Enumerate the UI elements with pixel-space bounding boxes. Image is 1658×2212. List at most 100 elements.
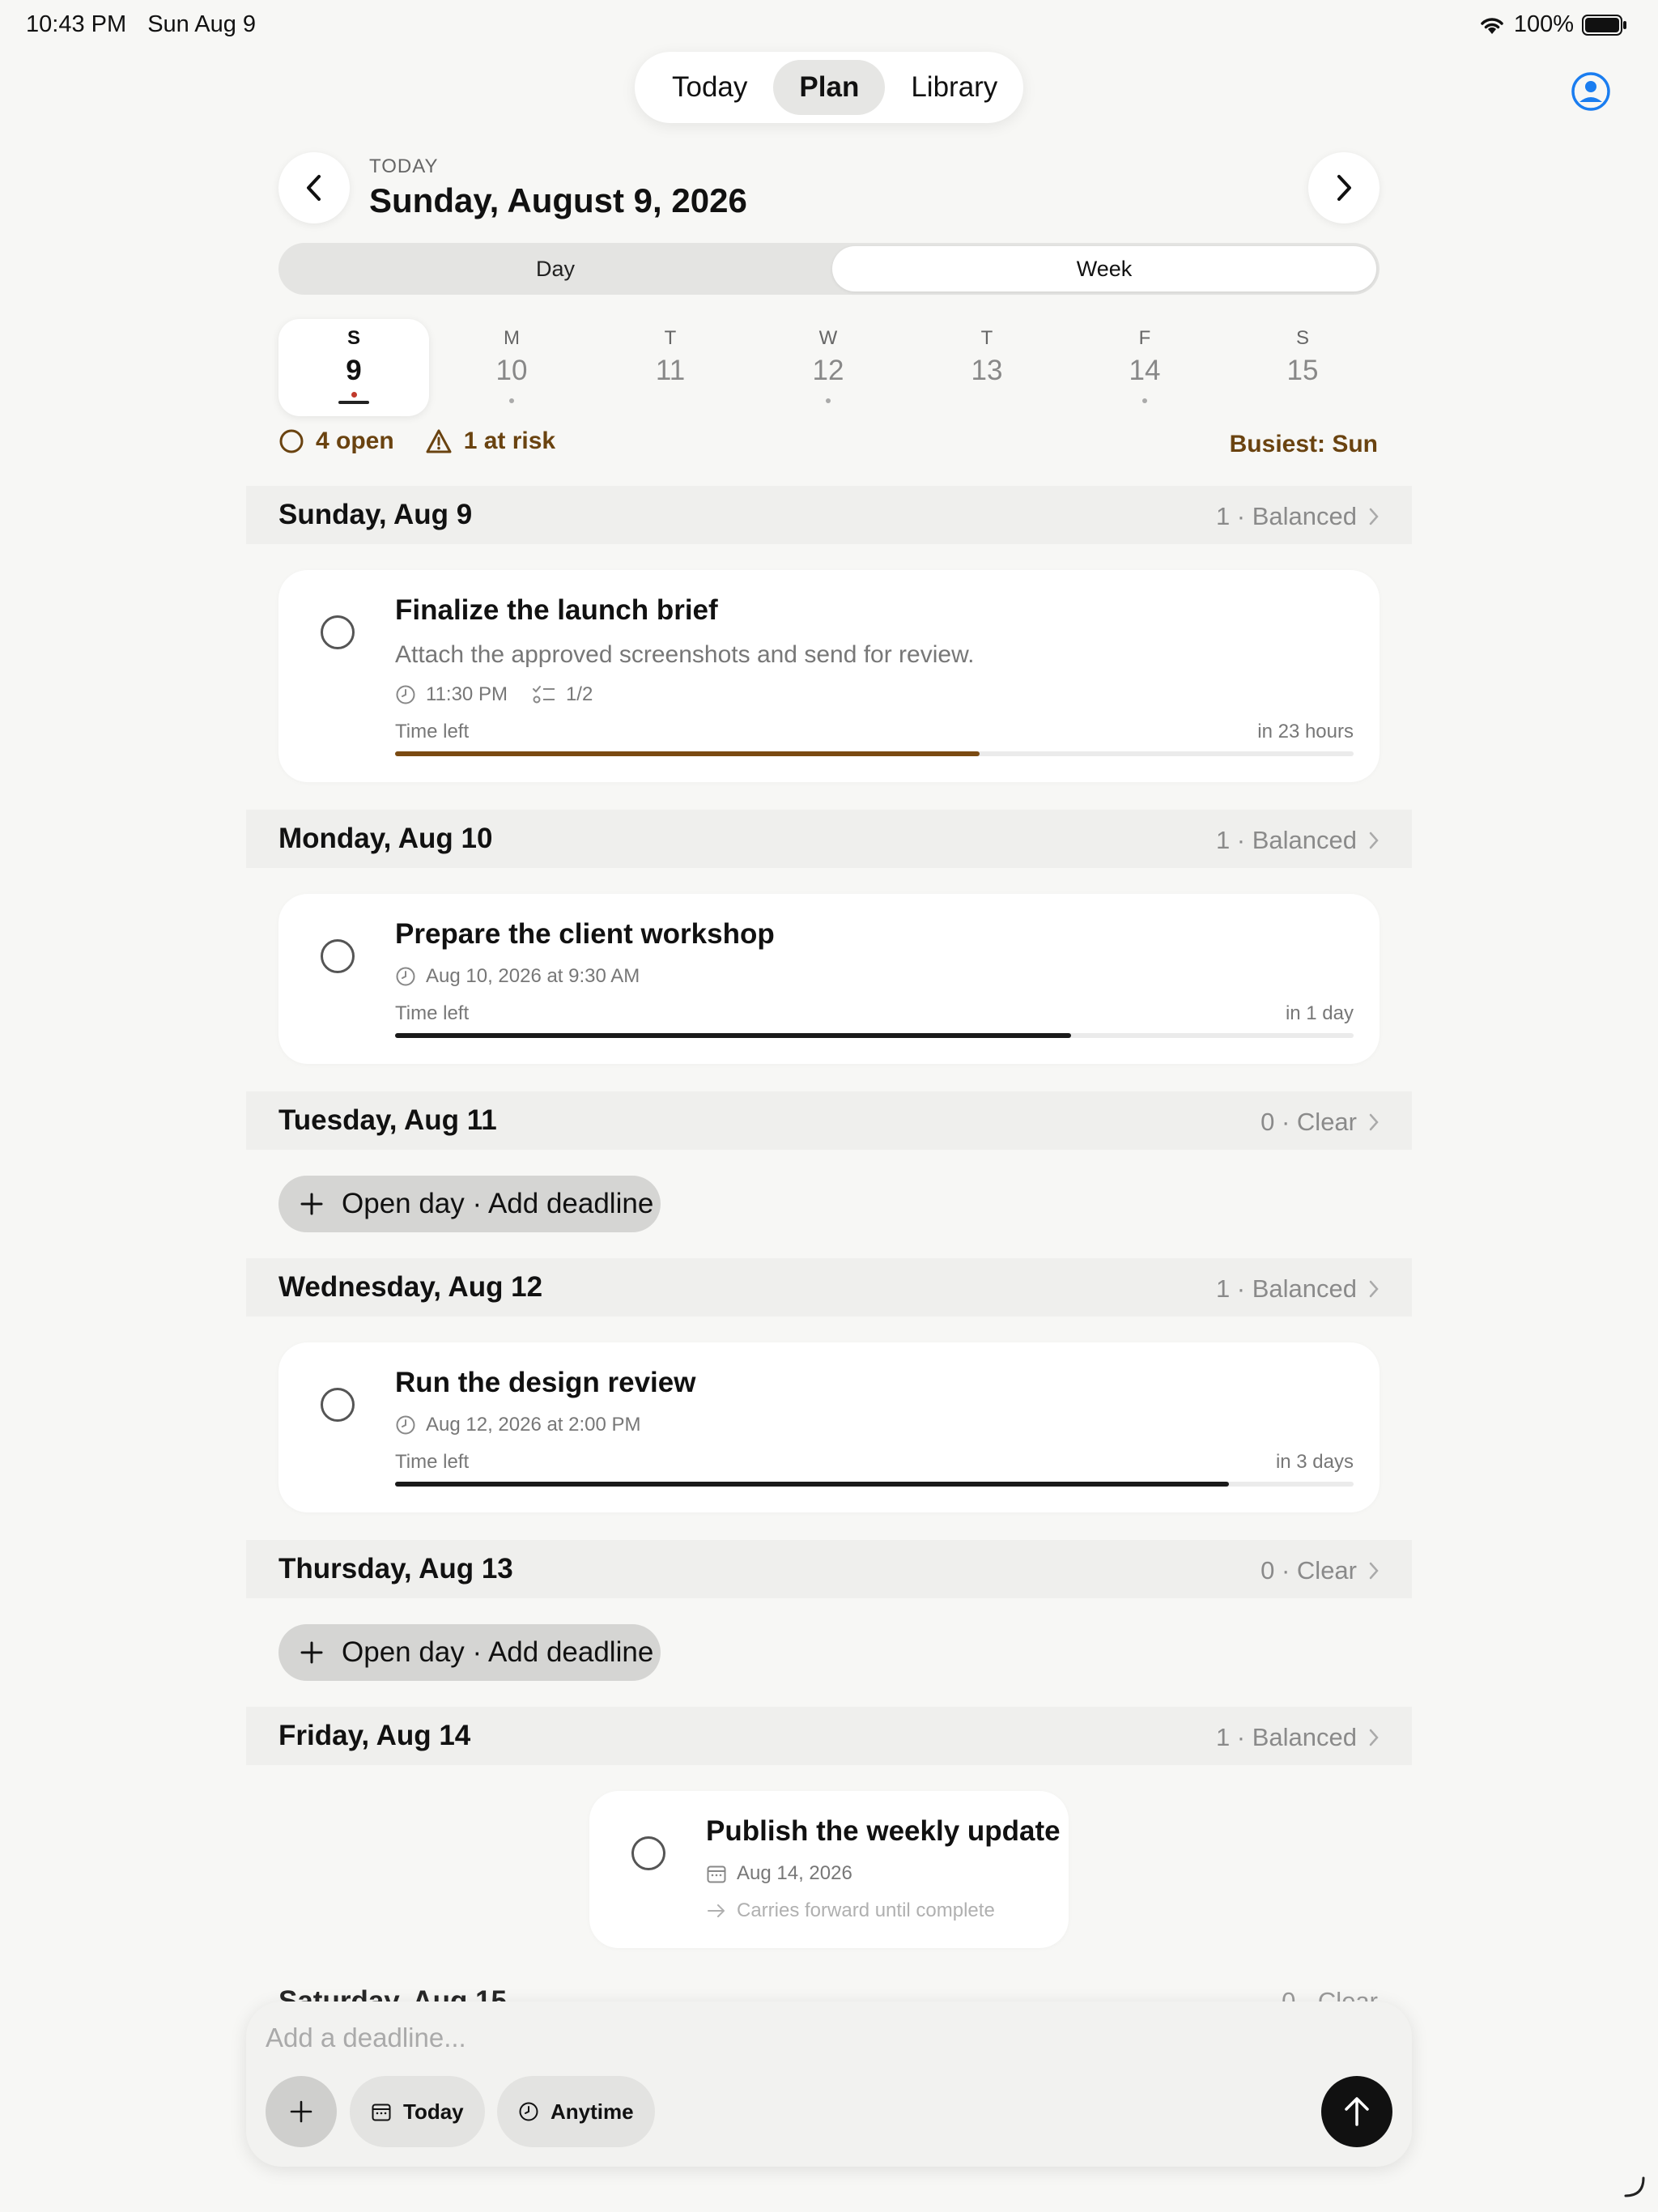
task-meta: Aug 10, 2026 at 9:30 AM	[395, 965, 640, 988]
section-header-friday[interactable]: Friday, Aug 14 1 · Balanced	[246, 1707, 1412, 1765]
section-load: 1 · Balanced	[1215, 1723, 1357, 1751]
section-header-tuesday[interactable]: Tuesday, Aug 11 0 · Clear	[246, 1091, 1412, 1150]
due-dot	[509, 398, 514, 403]
view-toggle: Day Week	[278, 243, 1380, 295]
open-count: 4 open	[316, 428, 394, 454]
status-bar-left: 10:43 PM Sun Aug 9	[26, 11, 270, 38]
section-meta: 1 · Balanced	[1216, 502, 1380, 531]
task-due-time: 11:30 PM	[426, 683, 508, 705]
task-due-time: Aug 12, 2026 at 2:00 PM	[426, 1414, 641, 1436]
section-load: 1 · Balanced	[1215, 1274, 1357, 1303]
add-button[interactable]	[266, 2076, 337, 2147]
section-title: Sunday, Aug 9	[278, 499, 473, 530]
section-title: Tuesday, Aug 11	[278, 1104, 497, 1136]
task-due-date: Aug 14, 2026	[737, 1862, 852, 1884]
weekday-sun-9[interactable]: S 9	[278, 319, 429, 416]
time-left-track	[395, 1482, 1354, 1487]
weekday-mon-10[interactable]: M 10	[436, 319, 587, 416]
plus-icon	[300, 1641, 323, 1664]
carry-forward-note: Carries forward until complete	[706, 1899, 995, 1922]
time-left-track	[395, 751, 1354, 756]
today-eyebrow: TODAY	[369, 155, 439, 177]
weekday-number: 9	[346, 355, 362, 386]
task-due-time: Aug 10, 2026 at 9:30 AM	[426, 965, 640, 987]
complete-checkbox[interactable]	[321, 615, 355, 649]
open-circle-icon	[279, 429, 304, 453]
arrow-right-icon	[708, 1904, 725, 1917]
chevron-right-icon	[1337, 175, 1351, 201]
main-tab-bar: Today Plan Library	[635, 52, 1023, 123]
clock-icon	[396, 685, 415, 704]
section-meta: 1 · Balanced	[1216, 1723, 1380, 1752]
calendar-icon	[372, 2104, 391, 2121]
task-title: Finalize the launch brief	[395, 594, 718, 626]
weekday-letter: S	[346, 327, 360, 349]
add-deadline-button[interactable]: Open day · Add deadline	[278, 1624, 661, 1681]
page-title: Sunday, August 9, 2026	[369, 181, 747, 219]
weekday-letter: W	[818, 327, 838, 349]
section-meta: 1 · Balanced	[1216, 826, 1380, 855]
section-meta: 0 · Clear	[1261, 1108, 1380, 1137]
task-card[interactable]: Run the design review Aug 12, 2026 at 2:…	[278, 1342, 1380, 1512]
busiest-day: Busiest: Sun	[1229, 431, 1378, 457]
deadline-composer: Add a deadline... Today Anytime	[246, 2001, 1412, 2167]
task-description: Attach the approved screenshots and send…	[395, 641, 975, 668]
day-view-option[interactable]: Day	[282, 246, 829, 291]
complete-checkbox[interactable]	[321, 939, 355, 973]
section-load: 1 · Balanced	[1215, 826, 1357, 854]
at-risk-count: 1 at risk	[463, 428, 556, 454]
selected-indicator	[338, 401, 369, 404]
section-title: Friday, Aug 14	[278, 1720, 471, 1751]
weekday-letter: M	[504, 327, 520, 349]
weekday-thu-13[interactable]: T 13	[912, 319, 1062, 416]
task-card[interactable]: Finalize the launch brief Attach the app…	[278, 570, 1380, 782]
weekday-letter: T	[980, 327, 993, 349]
time-chip[interactable]: Anytime	[497, 2076, 655, 2147]
section-title: Wednesday, Aug 12	[278, 1271, 543, 1303]
resize-grip-icon[interactable]	[1622, 2175, 1647, 2199]
section-header-wednesday[interactable]: Wednesday, Aug 12 1 · Balanced	[246, 1258, 1412, 1317]
complete-checkbox[interactable]	[321, 1388, 355, 1422]
next-week-button[interactable]	[1308, 152, 1380, 223]
add-deadline-button[interactable]: Open day · Add deadline	[278, 1176, 661, 1232]
plus-icon	[300, 1193, 323, 1215]
clock-icon	[396, 1415, 415, 1435]
battery-icon	[1582, 14, 1626, 36]
warning-icon	[426, 429, 452, 453]
deadline-input[interactable]: Add a deadline...	[266, 2023, 466, 2053]
chevron-right-icon	[1369, 1113, 1379, 1131]
section-meta: 0 · Clear	[1261, 1556, 1380, 1585]
chevron-right-icon	[1369, 1280, 1379, 1298]
time-left-label: Time left	[395, 721, 470, 742]
due-dot	[826, 398, 831, 403]
send-button[interactable]	[1321, 2076, 1392, 2147]
weekday-sat-15[interactable]: S 15	[1227, 319, 1378, 416]
tab-library[interactable]: Library	[885, 60, 1023, 115]
weekday-tue-11[interactable]: T 11	[595, 319, 746, 416]
section-load: 0 · Clear	[1261, 1108, 1357, 1136]
task-title: Prepare the client workshop	[395, 918, 775, 950]
weekday-number: 13	[971, 355, 1003, 386]
complete-checkbox[interactable]	[631, 1836, 665, 1870]
task-card[interactable]: Prepare the client workshop Aug 10, 2026…	[278, 894, 1380, 1064]
weekday-letter: S	[1295, 327, 1309, 349]
section-header-thursday[interactable]: Thursday, Aug 13 0 · Clear	[246, 1540, 1412, 1598]
profile-icon[interactable]	[1571, 71, 1611, 112]
tab-plan[interactable]: Plan	[773, 60, 886, 115]
date-chip[interactable]: Today	[350, 2076, 485, 2147]
task-title: Run the design review	[395, 1367, 696, 1398]
arrow-up-icon	[1345, 2097, 1369, 2126]
task-card[interactable]: Publish the weekly update Aug 14, 2026 C…	[589, 1791, 1069, 1948]
weekday-wed-12[interactable]: W 12	[753, 319, 903, 416]
weekday-letter: T	[664, 327, 677, 349]
section-header-sunday[interactable]: Sunday, Aug 9 1 · Balanced	[246, 486, 1412, 544]
tab-today[interactable]: Today	[646, 60, 773, 115]
time-left-value: in 23 hours	[1257, 721, 1354, 742]
week-view-option[interactable]: Week	[832, 246, 1376, 291]
weekday-number: 12	[812, 355, 844, 386]
plus-icon	[290, 2100, 312, 2123]
section-header-monday[interactable]: Monday, Aug 10 1 · Balanced	[246, 810, 1412, 868]
time-left-fill	[395, 751, 980, 756]
previous-week-button[interactable]	[278, 152, 350, 223]
weekday-fri-14[interactable]: F 14	[1069, 319, 1220, 416]
